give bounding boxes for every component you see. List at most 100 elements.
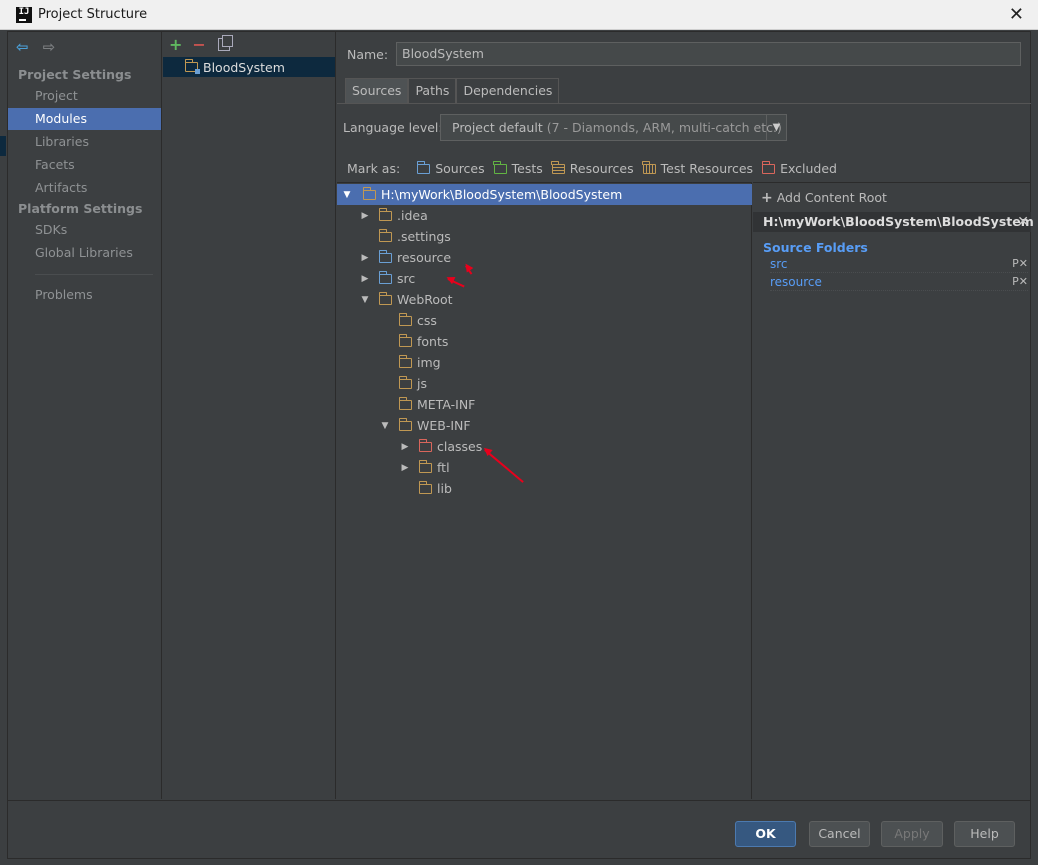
language-level-value: Project default — [452, 120, 543, 135]
tree-item-ftl[interactable]: ▶ ftl — [397, 457, 450, 478]
help-button[interactable]: Help — [954, 821, 1015, 847]
nav-divider — [35, 274, 153, 275]
source-folders-heading: Source Folders — [763, 240, 868, 255]
expanded-triangle-icon[interactable]: ▼ — [339, 190, 355, 200]
tree-item-settings[interactable]: .settings — [378, 226, 451, 247]
chevron-down-icon[interactable]: ▼ — [766, 115, 786, 140]
apply-button[interactable]: Apply — [881, 821, 943, 847]
annotation-arrow — [465, 265, 473, 275]
mark-resources-button[interactable]: Resources — [551, 160, 634, 176]
folder-icon — [378, 207, 392, 221]
add-module-button[interactable]: + — [169, 35, 182, 54]
tab-dependencies[interactable]: Dependencies — [456, 78, 560, 103]
folder-icon — [418, 459, 432, 473]
settings-nav: ⇦ ⇨ Project Settings Project Modules Lib… — [8, 32, 162, 799]
nav-item-global-libraries[interactable]: Global Libraries — [8, 242, 161, 264]
tab-paths[interactable]: Paths — [408, 78, 457, 103]
nav-history: ⇦ ⇨ — [16, 38, 55, 56]
folder-icon — [362, 186, 376, 200]
module-tabs: Sources Paths Dependencies — [345, 78, 560, 103]
ok-button[interactable]: OK — [735, 821, 796, 847]
tree-item-js[interactable]: js — [398, 373, 427, 394]
copy-icon[interactable] — [217, 35, 233, 51]
collapsed-triangle-icon[interactable]: ▶ — [357, 253, 373, 263]
close-icon[interactable]: ✕ — [1009, 4, 1024, 25]
tree-item-resource[interactable]: ▶ resource — [357, 247, 451, 268]
source-folder-label: resource — [770, 275, 822, 289]
mark-as-label: Mark as: — [347, 161, 401, 176]
tree-item-idea[interactable]: ▶ .idea — [357, 205, 428, 226]
tree-item-webroot[interactable]: ▼ WebRoot — [357, 289, 453, 310]
tree-item-label: WebRoot — [397, 292, 453, 307]
tree-item-label: fonts — [417, 334, 449, 349]
module-item-bloodsystem[interactable]: BloodSystem — [163, 57, 335, 77]
content-root-panel: + Add Content Root H:\myWork\BloodSystem… — [753, 182, 1034, 799]
collapsed-triangle-icon[interactable]: ▶ — [357, 211, 373, 221]
modules-toolbar: + − — [169, 35, 233, 54]
cancel-button[interactable]: Cancel — [809, 821, 870, 847]
source-folder-actions-icon[interactable]: P✕ — [1012, 275, 1028, 288]
remove-module-button[interactable]: − — [192, 35, 205, 54]
source-folder-row[interactable]: src P✕ — [770, 257, 1028, 273]
language-level-select[interactable]: Project default (7 - Diamonds, ARM, mult… — [440, 114, 787, 141]
nav-item-project[interactable]: Project — [8, 85, 161, 107]
mark-tests-button[interactable]: Tests — [493, 160, 543, 176]
add-content-root-label: Add Content Root — [776, 190, 887, 205]
collapsed-triangle-icon[interactable]: ▶ — [357, 274, 373, 284]
test-resources-folder-icon — [642, 160, 656, 174]
nav-item-facets[interactable]: Facets — [8, 154, 161, 176]
tree-item-src[interactable]: ▶ src — [357, 268, 415, 289]
nav-item-libraries[interactable]: Libraries — [8, 131, 161, 153]
collapsed-triangle-icon[interactable]: ▶ — [397, 442, 413, 452]
tree-item-lib[interactable]: lib — [418, 478, 452, 499]
tree-item-classes[interactable]: ▶ classes — [397, 436, 482, 457]
nav-item-modules[interactable]: Modules — [8, 108, 161, 130]
tree-item-css[interactable]: css — [398, 310, 437, 331]
tab-sources[interactable]: Sources — [345, 78, 409, 103]
tree-item-meta-inf[interactable]: META-INF — [398, 394, 476, 415]
tree-item-fonts[interactable]: fonts — [398, 331, 449, 352]
tree-item-label: ftl — [437, 460, 450, 475]
expanded-triangle-icon[interactable]: ▼ — [357, 295, 373, 305]
mark-as-toolbar: Mark as: Sources Tests Resources Test Re… — [347, 160, 846, 176]
source-folder-row[interactable]: resource P✕ — [770, 275, 1028, 291]
expanded-triangle-icon[interactable]: ▼ — [377, 421, 393, 431]
content-root-path-label: H:\myWork\BloodSystem\BloodSystem — [763, 214, 1034, 229]
intellij-app-icon: IJ — [16, 6, 32, 23]
resources-folder-icon — [551, 160, 565, 174]
excluded-folder-icon — [761, 160, 776, 174]
tree-root-row[interactable]: ▼ H:\myWork\BloodSystem\BloodSystem — [337, 184, 752, 205]
annotation-arrow — [484, 449, 524, 483]
remove-content-root-icon[interactable]: ✕ — [1017, 212, 1029, 232]
tree-item-img[interactable]: img — [398, 352, 441, 373]
source-folder-actions-icon[interactable]: P✕ — [1012, 257, 1028, 270]
plus-icon: + — [761, 190, 773, 206]
collapsed-triangle-icon[interactable]: ▶ — [397, 463, 413, 473]
folder-icon — [398, 375, 412, 389]
mark-sources-button[interactable]: Sources — [416, 160, 485, 176]
mark-test-resources-button[interactable]: Test Resources — [642, 160, 753, 176]
tree-item-label: META-INF — [417, 397, 476, 412]
arrow-left-icon[interactable]: ⇦ — [16, 38, 29, 56]
tree-item-web-inf[interactable]: ▼ WEB-INF — [377, 415, 471, 436]
title-bar: IJ Project Structure ✕ — [0, 0, 1038, 30]
nav-item-sdks[interactable]: SDKs — [8, 219, 161, 241]
folder-icon — [378, 228, 392, 242]
module-item-label: BloodSystem — [203, 59, 285, 75]
content-root-path: H:\myWork\BloodSystem\BloodSystem ✕ — [753, 212, 1034, 232]
tree-item-label: .idea — [397, 208, 428, 223]
folder-icon — [398, 417, 412, 431]
mark-excluded-button[interactable]: Excluded — [761, 160, 837, 176]
module-folder-icon — [184, 59, 200, 74]
content-root-tree: ▼ H:\myWork\BloodSystem\BloodSystem ▶ .i… — [337, 182, 752, 799]
folder-icon — [398, 354, 412, 368]
module-name-input[interactable]: BloodSystem — [396, 42, 1021, 66]
arrow-right-icon[interactable]: ⇨ — [43, 38, 56, 56]
add-content-root-button[interactable]: + Add Content Root — [761, 190, 887, 206]
dialog-footer: OK Cancel Apply Help — [8, 800, 1030, 859]
source-folder-icon — [378, 270, 392, 284]
mark-sources-label: Sources — [435, 161, 485, 176]
nav-item-artifacts[interactable]: Artifacts — [8, 177, 161, 199]
window-title: Project Structure — [38, 7, 148, 22]
nav-item-problems[interactable]: Problems — [8, 284, 161, 306]
